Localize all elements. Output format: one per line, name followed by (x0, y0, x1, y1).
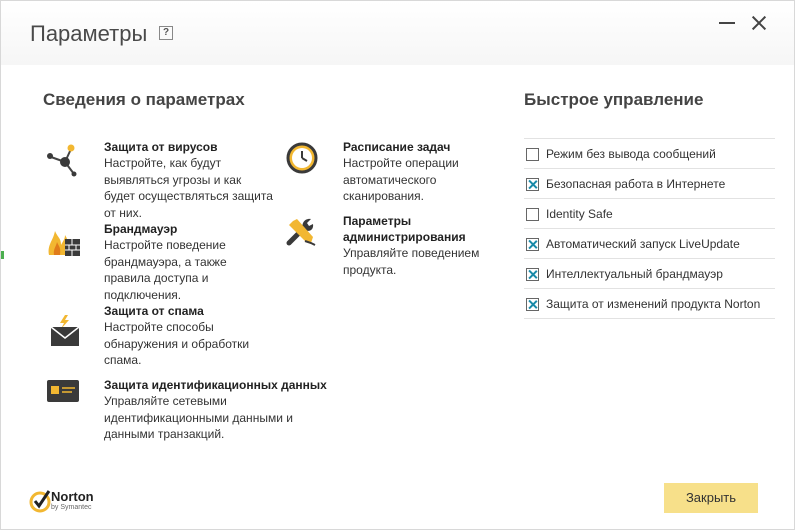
quick-control-tamper-protection[interactable]: Защита от изменений продукта Norton (524, 289, 775, 319)
schedule-clock-icon (286, 142, 318, 174)
checkbox[interactable] (526, 148, 539, 161)
window-title: Параметры (30, 21, 148, 46)
quick-control-smart-firewall[interactable]: Интеллектуальный брандмауэр (524, 259, 775, 289)
quick-controls-list: Режим без вывода сообщений Безопасная ра… (524, 138, 775, 319)
feature-desc-line: Настройте способы (104, 320, 214, 334)
feature-desc-line: Управляйте поведением (343, 246, 480, 260)
spam-icon (50, 315, 80, 346)
feature-desc-line: продукта. (343, 262, 397, 277)
feature-desc-line: подключения. (104, 287, 182, 302)
edge-marker (1, 251, 4, 259)
feature-task-schedule[interactable]: Расписание задач Настройте операции авто… (343, 139, 513, 205)
norton-logo-subtext: by Symantec (51, 504, 92, 511)
quick-control-label[interactable]: Защита от изменений продукта Norton (546, 297, 760, 311)
feature-title[interactable]: администрирования (343, 229, 513, 245)
feature-desc-line: Настройте, как будут (104, 156, 222, 170)
checkbox-checked[interactable] (526, 238, 539, 251)
feature-identity-protection[interactable]: Защита идентификационных данных Управляй… (104, 377, 344, 443)
feature-desc-line: данными транзакций. (104, 427, 225, 441)
identity-icon (47, 380, 79, 402)
minimize-button[interactable] (713, 11, 741, 37)
feature-desc-line: правила доступа и (104, 271, 209, 285)
quick-controls-heading: Быстрое управление (524, 90, 704, 109)
feature-desc-line: от них. (104, 205, 142, 220)
admin-tools-icon (286, 218, 316, 246)
quick-control-label[interactable]: Интеллектуальный брандмауэр (546, 267, 723, 281)
close-icon (752, 16, 766, 30)
norton-check-icon (29, 490, 51, 513)
quick-control-silent-mode[interactable]: Режим без вывода сообщений (524, 139, 775, 169)
feature-desc-line: брандмауэра, а также (104, 254, 227, 269)
quick-control-identity-safe[interactable]: Identity Safe (524, 199, 775, 229)
checkbox[interactable] (526, 208, 539, 221)
minimize-icon (719, 22, 735, 24)
firewall-icon (48, 231, 80, 256)
quick-control-label[interactable]: Identity Safe (546, 207, 613, 221)
feature-title[interactable]: Расписание задач (343, 139, 513, 155)
feature-desc-line: автоматического (343, 172, 437, 187)
feature-firewall[interactable]: Брандмауэр Настройте поведение брандмауэ… (104, 221, 284, 303)
feature-desc-line: обнаружения и обработки (104, 336, 250, 351)
quick-control-safe-web[interactable]: Безопасная работа в Интернете (524, 169, 775, 199)
feature-desc-line: Настройте поведение (104, 238, 226, 252)
settings-info-heading: Сведения о параметрах (43, 90, 245, 109)
settings-window: Параметры ? Сведения о параметрах Защита… (0, 0, 795, 530)
feature-virus-protection[interactable]: Защита от вирусов Настройте, как будут в… (104, 139, 284, 221)
virus-protection-icon (47, 144, 77, 177)
feature-title[interactable]: Брандмауэр (104, 221, 284, 237)
feature-desc-line: будет осуществляться защита (104, 189, 273, 203)
checkbox-checked[interactable] (526, 268, 539, 281)
feature-admin-settings[interactable]: Параметры администрирования Управляйте п… (343, 213, 513, 278)
quick-control-label[interactable]: Режим без вывода сообщений (546, 147, 716, 161)
quick-control-label[interactable]: Безопасная работа в Интернете (546, 177, 725, 191)
close-button[interactable]: Закрыть (664, 483, 758, 513)
feature-title[interactable]: Защита идентификационных данных (104, 377, 344, 393)
feature-desc-line: Настройте операции (343, 156, 459, 170)
feature-desc-line: спама. (104, 353, 142, 367)
feature-title[interactable]: Защита от вирусов (104, 139, 284, 155)
feature-desc-line: Управляйте сетевыми (104, 394, 227, 408)
help-icon[interactable]: ? (159, 26, 173, 40)
quick-control-label[interactable]: Автоматический запуск LiveUpdate (546, 237, 740, 251)
checkbox-checked[interactable] (526, 298, 539, 311)
norton-logo: Norton by Symantec (29, 488, 109, 516)
feature-desc-line: сканирования. (343, 189, 424, 203)
norton-logo-text: Norton (51, 489, 94, 504)
feature-desc-line: идентификационными данными и (104, 410, 293, 425)
quick-control-liveupdate[interactable]: Автоматический запуск LiveUpdate (524, 229, 775, 259)
feature-title[interactable]: Защита от спама (104, 303, 284, 319)
window-header: Параметры ? (1, 1, 794, 65)
checkbox-checked[interactable] (526, 178, 539, 191)
feature-title[interactable]: Параметры (343, 213, 513, 229)
feature-desc-line: выявляться угрозы и как (104, 172, 242, 187)
feature-spam-protection[interactable]: Защита от спама Настройте способы обнару… (104, 303, 284, 369)
close-window-button[interactable] (746, 11, 772, 37)
